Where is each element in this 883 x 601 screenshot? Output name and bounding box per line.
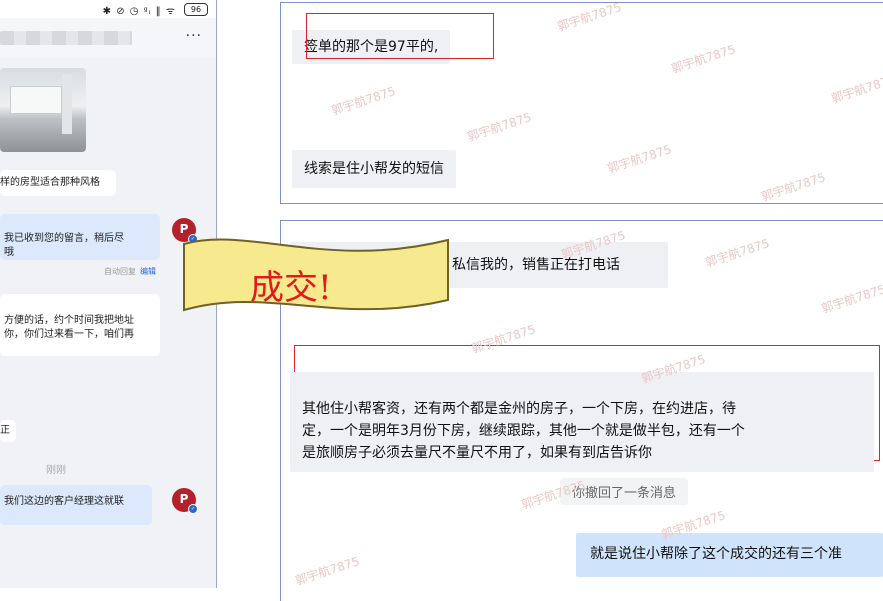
chat-bubble-text: 正	[0, 425, 10, 436]
chat-message[interactable]: 线索是住小帮发的短信	[292, 150, 456, 188]
chat-message[interactable]: 其他住小帮客资，还有两个都是金州的房子，一个下房，在约进店，待 定，一个是明年3…	[290, 372, 874, 472]
verified-badge-icon: ✓	[188, 504, 198, 514]
battery-icon: 96	[184, 3, 208, 16]
highlight-box	[306, 13, 494, 59]
chat-message-text: 就是说住小帮除了这个成交的还有三个	[590, 546, 828, 562]
chat-message-text: 其他住小帮客资，还有两个都是金州的房子，一个下房，在约进店，待 定，一个是明年3…	[302, 401, 745, 461]
more-options-icon[interactable]: ···	[186, 28, 202, 44]
banner-text: 成交!	[250, 268, 332, 308]
room-photo[interactable]	[0, 68, 86, 152]
status-bar: ✱ ⊘ ◷ ᵍᵢ ‖ ᯤ 96	[0, 0, 216, 18]
auto-reply-label: 自动回复	[104, 267, 136, 276]
edit-link[interactable]: 编辑	[140, 267, 156, 276]
time-divider: 刚刚	[46, 465, 66, 476]
chat-bubble-text: 样的房型适合那种风格	[0, 177, 100, 188]
blurred-contact-name	[0, 31, 132, 45]
chat-bubble-incoming[interactable]: 正	[0, 420, 16, 442]
chat-bubble-text: 我已收到您的留言，稍后尽 哦	[4, 233, 124, 258]
chat-bubble-text: 我们这边的客户经理这就联	[4, 496, 124, 507]
chat-message-outgoing[interactable]: 就是说住小帮除了这个成交的还有三个准	[576, 533, 883, 577]
chat-message-text-cut: 准	[828, 546, 842, 562]
chat-bubble-incoming[interactable]: 方便的话，约个时间我把地址 你，你们过来看一下，咱们再	[0, 294, 160, 356]
agent-avatar[interactable]: P ✓	[172, 488, 198, 514]
chat-bubble-outgoing[interactable]: 我们这边的客户经理这就联	[0, 485, 152, 525]
chat-bubble-outgoing[interactable]: 我已收到您的留言，稍后尽 哦	[0, 214, 160, 260]
chat-bubble-incoming[interactable]: 样的房型适合那种风格	[0, 170, 116, 196]
chat-navbar: ···	[0, 18, 216, 58]
chat-message-text: 私信我的，销售正在打电话	[452, 257, 620, 273]
chat-message-text: 线索是住小帮发的短信	[304, 161, 444, 177]
chat-bubble-text: 方便的话，约个时间我把地址 你，你们过来看一下，咱们再	[4, 315, 134, 340]
auto-reply-row: 自动回复 编辑	[104, 266, 156, 277]
avatar-glyph: P	[179, 492, 189, 506]
status-icons: ✱ ⊘ ◷ ᵍᵢ ‖ ᯤ	[102, 6, 176, 17]
